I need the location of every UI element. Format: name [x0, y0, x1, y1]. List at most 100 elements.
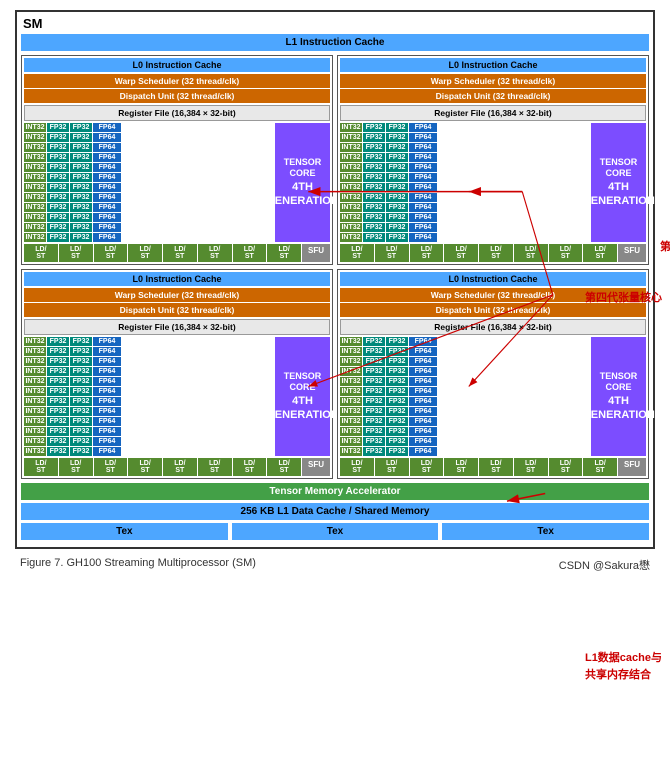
- sfu-row-q1: LD/ST LD/ST LD/ST LD/ST LD/ST LD/ST LD/S…: [24, 244, 330, 262]
- reg-row: INT32FP32FP32FP64: [340, 397, 589, 406]
- reg-row: INT32FP32FP32FP64: [340, 437, 589, 446]
- reg-row: INT32FP32FP32FP64: [24, 337, 273, 346]
- annotation-label-tensor: 第四代张量核心: [585, 290, 662, 307]
- ldst-cell: LD/ST: [128, 458, 162, 476]
- l0-cache-q4: L0 Instruction Cache: [340, 272, 646, 286]
- tensor-core-q2: TENSOR CORE 4TH GENERATION: [591, 123, 646, 242]
- reg-row: INT32FP32FP32FP64: [24, 233, 273, 242]
- tensor-core-q1: TENSOR CORE 4TH GENERATION: [275, 123, 330, 242]
- quadrants-grid: L0 Instruction Cache Warp Scheduler (32 …: [21, 55, 649, 479]
- tex-cell-2: Tex: [232, 523, 439, 540]
- tex-cell-1: Tex: [21, 523, 228, 540]
- tensor-core-q4: TENSOR CORE 4TH GENERATION: [591, 337, 646, 456]
- ldst-cell: LD/ST: [340, 244, 374, 262]
- sfu-label: SFU: [618, 244, 646, 262]
- reg-rows-q3: INT32FP32FP32FP64 INT32FP32FP32FP64 INT3…: [24, 337, 273, 456]
- reg-row: INT32FP32FP32FP64: [24, 153, 273, 162]
- ldst-cell: LD/ST: [479, 244, 513, 262]
- reg-row: INT32FP32FP32FP64: [340, 387, 589, 396]
- reg-row: INT32FP32FP32FP64: [340, 223, 589, 232]
- ldst-cell: LD/ST: [233, 458, 267, 476]
- reg-row: INT32FP32FP32FP64: [340, 153, 589, 162]
- reg-row: INT32FP32FP32FP64: [340, 447, 589, 456]
- ldst-cell: LD/ST: [233, 244, 267, 262]
- reg-row: INT32FP32FP32FP64: [24, 143, 273, 152]
- tensor-gen-text: 4TH GENERATION: [582, 180, 655, 209]
- reg-row: INT32FP32FP32FP64: [24, 407, 273, 416]
- reg-row: INT32FP32FP32FP64: [340, 347, 589, 356]
- ldst-cell: LD/ST: [514, 244, 548, 262]
- warp-scheduler-q2: Warp Scheduler (32 thread/clk): [340, 74, 646, 88]
- tex-cell-3: Tex: [442, 523, 649, 540]
- reg-row: INT32FP32FP32FP64: [340, 213, 589, 222]
- l0-cache-q2: L0 Instruction Cache: [340, 58, 646, 72]
- reg-row: INT32FP32FP32FP64: [24, 417, 273, 426]
- tensor-gen-text: 4TH GENERATION: [266, 394, 339, 423]
- reg-row: INT32FP32FP32FP64: [24, 173, 273, 182]
- ldst-cell: LD/ST: [163, 244, 197, 262]
- outer-container: SM L1 Instruction Cache L0 Instruction C…: [0, 0, 670, 583]
- ldst-cell: LD/ST: [198, 244, 232, 262]
- fp32-cell: FP32: [47, 123, 69, 132]
- tensor-gen-text: 4TH GENERATION: [266, 180, 339, 209]
- reg-row: INT32FP32FP32FP64: [340, 193, 589, 202]
- annotation-tensor-core: 第四代张量核心: [660, 240, 670, 255]
- reg-row: INT32FP32FP32FP64: [340, 417, 589, 426]
- reg-row: INT32FP32FP32FP64: [24, 203, 273, 212]
- reg-area-q2: INT32FP32FP32FP64 INT32FP32FP32FP64 INT3…: [340, 123, 646, 242]
- reg-row: INT32FP32FP32FP64: [340, 233, 589, 242]
- tensor-core-text: TENSOR CORE: [593, 157, 644, 180]
- ldst-cell: LD/ST: [444, 244, 478, 262]
- ldst-cell: LD/ST: [410, 244, 444, 262]
- figure-caption: Figure 7. GH100 Streaming Multiprocessor…: [15, 557, 655, 573]
- l0-cache-q1: L0 Instruction Cache: [24, 58, 330, 72]
- tma-bar: Tensor Memory Accelerator: [21, 483, 649, 500]
- reg-area-q4: INT32FP32FP32FP64 INT32FP32FP32FP64 INT3…: [340, 337, 646, 456]
- csdn-credit: CSDN @Sakura懋: [559, 557, 650, 573]
- tensor-core-text: TENSOR CORE: [277, 157, 328, 180]
- tex-row: Tex Tex Tex: [21, 523, 649, 540]
- reg-row: INT32FP32FP32FP64: [24, 163, 273, 172]
- reg-row: INT32FP32FP32FP64: [340, 203, 589, 212]
- reg-area-q1: INT32FP32FP32FP64 INT32FP32FP32FP64 INT3…: [24, 123, 330, 242]
- reg-row: INT32FP32FP32FP64: [340, 163, 589, 172]
- ldst-cell: LD/ST: [583, 458, 617, 476]
- reg-row: INT32FP32FP32FP64: [24, 213, 273, 222]
- ldst-cell: LD/ST: [24, 244, 58, 262]
- ldst-cell: LD/ST: [444, 458, 478, 476]
- reg-file-q3: Register File (16,384 × 32-bit): [24, 319, 330, 335]
- ldst-cell: LD/ST: [549, 244, 583, 262]
- reg-row: INT32FP32FP32FP64: [24, 133, 273, 142]
- reg-row: INT32FP32FP32FP64: [340, 173, 589, 182]
- reg-row: INT32FP32FP32FP64: [24, 357, 273, 366]
- reg-row: INT32FP32FP32FP64: [340, 143, 589, 152]
- ldst-cell: LD/ST: [375, 458, 409, 476]
- reg-row: INT32FP32FP32FP64: [24, 367, 273, 376]
- ldst-cell: LD/ST: [94, 244, 128, 262]
- int32-cell: INT32: [24, 123, 46, 132]
- reg-file-q2: Register File (16,384 × 32-bit): [340, 105, 646, 121]
- sm-container: SM L1 Instruction Cache L0 Instruction C…: [15, 10, 655, 549]
- reg-row: INT32FP32FP32FP64: [24, 387, 273, 396]
- tensor-gen-text: 4TH GENERATION: [582, 394, 655, 423]
- ldst-cell: LD/ST: [410, 458, 444, 476]
- warp-scheduler-q3: Warp Scheduler (32 thread/clk): [24, 288, 330, 302]
- reg-row: INT32FP32FP32FP64: [340, 367, 589, 376]
- reg-row: INT32FP32FP32FP64: [24, 193, 273, 202]
- reg-row: INT32FP32FP32FP64: [24, 123, 273, 132]
- ldst-cell: LD/ST: [340, 458, 374, 476]
- reg-row: INT32FP32FP32FP64: [340, 337, 589, 346]
- l0-cache-q3: L0 Instruction Cache: [24, 272, 330, 286]
- ldst-cell: LD/ST: [375, 244, 409, 262]
- reg-rows-q1: INT32FP32FP32FP64 INT32FP32FP32FP64 INT3…: [24, 123, 273, 242]
- ldst-cell: LD/ST: [267, 244, 301, 262]
- reg-row: INT32FP32FP32FP64: [340, 427, 589, 436]
- l1-data-cache-bar: 256 KB L1 Data Cache / Shared Memory: [21, 503, 649, 520]
- reg-row: INT32FP32FP32FP64: [340, 183, 589, 192]
- ldst-cell: LD/ST: [59, 458, 93, 476]
- reg-row: INT32FP32FP32FP64: [340, 377, 589, 386]
- ldst-cell: LD/ST: [549, 458, 583, 476]
- ldst-cell: LD/ST: [24, 458, 58, 476]
- reg-row: INT32FP32FP32FP64: [340, 407, 589, 416]
- tensor-core-q3: TENSOR CORE 4TH GENERATION: [275, 337, 330, 456]
